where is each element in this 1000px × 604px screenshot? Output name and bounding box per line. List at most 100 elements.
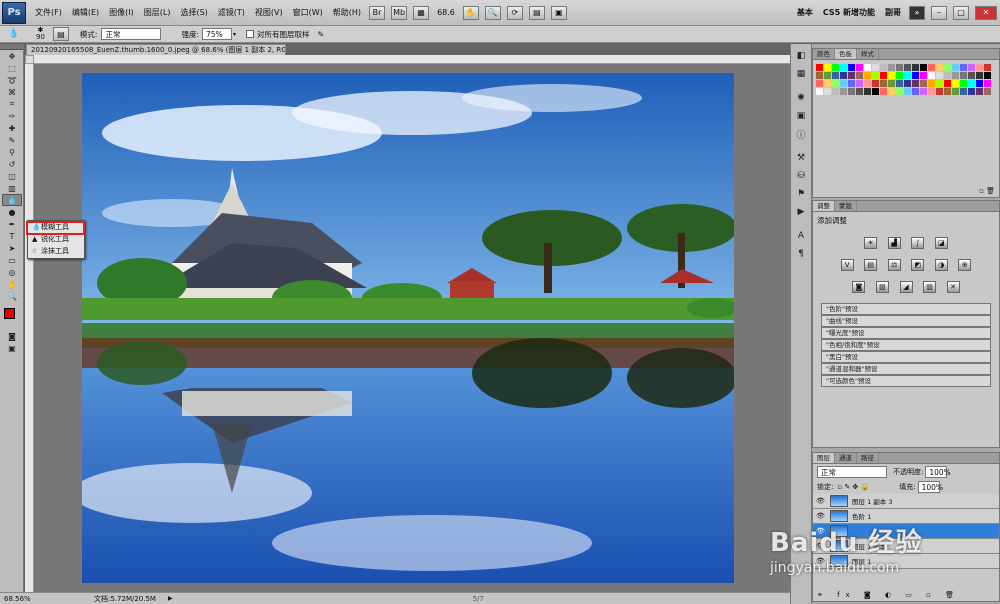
screen-mode-icon[interactable]: ▣: [2, 342, 22, 354]
color-swatch[interactable]: [879, 79, 887, 87]
color-swatch[interactable]: [951, 87, 959, 95]
adjustment-preset-item[interactable]: "通道混和器"预设: [821, 363, 991, 375]
color-swatch[interactable]: [831, 63, 839, 71]
color-swatch[interactable]: [983, 79, 991, 87]
tool-presets-icon[interactable]: ⚑: [794, 188, 808, 200]
color-swatch[interactable]: [975, 87, 983, 95]
adjustment-preset-item[interactable]: "黑白"预设: [821, 351, 991, 363]
color-swatch[interactable]: [951, 71, 959, 79]
menu-item[interactable]: 编辑(E): [67, 7, 104, 18]
chevron-down-icon[interactable]: ▾: [233, 31, 236, 38]
brightness-contrast-icon[interactable]: ☀: [864, 237, 878, 249]
rotate-view-button[interactable]: ⟳: [506, 5, 523, 20]
color-swatch[interactable]: [823, 87, 831, 95]
status-zoom[interactable]: 68.56%: [4, 595, 44, 603]
sample-all-checkbox[interactable]: [246, 30, 254, 38]
fill-input[interactable]: 100%: [917, 481, 943, 493]
color-panel-icon[interactable]: ◧: [794, 50, 808, 62]
hue-saturation-icon[interactable]: ▤: [864, 259, 878, 271]
move-tool-icon[interactable]: ✥: [2, 50, 22, 62]
document-image[interactable]: [82, 73, 734, 583]
color-swatch[interactable]: [895, 63, 903, 71]
color-swatch[interactable]: [847, 63, 855, 71]
document-tab[interactable]: 20120920165508_EuenZ.thumb.1600_0.jpeg @…: [26, 44, 286, 55]
color-swatch[interactable]: [951, 63, 959, 71]
quick-mask-icon[interactable]: ◙: [2, 330, 22, 342]
color-swatch[interactable]: [983, 71, 991, 79]
type-tool-icon[interactable]: T: [2, 230, 22, 242]
blur-tool-preset-icon[interactable]: 💧: [8, 29, 22, 39]
blur-tool-icon[interactable]: 💧: [2, 194, 22, 206]
color-swatch[interactable]: [839, 79, 847, 87]
color-swatch[interactable]: [871, 63, 879, 71]
color-swatch[interactable]: [847, 71, 855, 79]
color-swatch[interactable]: [927, 71, 935, 79]
path-select-tool-icon[interactable]: ➤: [2, 242, 22, 254]
shape-tool-icon[interactable]: ▭: [2, 254, 22, 266]
foreground-color[interactable]: [4, 308, 15, 319]
clone-source-icon[interactable]: ⛁: [794, 170, 808, 182]
menu-item[interactable]: 滤镜(T): [213, 7, 250, 18]
3d-rotate-tool-icon[interactable]: ◎: [2, 266, 22, 278]
actions-panel-icon[interactable]: ▶: [794, 206, 808, 218]
tab-color[interactable]: 颜色: [813, 49, 835, 59]
adjustment-preset-item[interactable]: "色相/饱和度"预设: [821, 339, 991, 351]
color-swatch[interactable]: [855, 79, 863, 87]
workspace-expand-button[interactable]: »: [909, 5, 925, 20]
threshold-icon[interactable]: ◢: [899, 281, 913, 293]
black-white-icon[interactable]: ◩: [911, 259, 925, 271]
workspace-more[interactable]: 副哥: [880, 7, 906, 18]
color-swatch[interactable]: [959, 63, 967, 71]
color-swatch[interactable]: [855, 63, 863, 71]
color-swatch[interactable]: [911, 79, 919, 87]
healing-brush-tool-icon[interactable]: ✚: [2, 122, 22, 134]
color-swatch[interactable]: [975, 71, 983, 79]
color-swatch[interactable]: [839, 71, 847, 79]
color-swatch[interactable]: [959, 79, 967, 87]
mode-select[interactable]: 正常: [101, 28, 162, 40]
ruler-origin[interactable]: [25, 55, 34, 64]
opacity-input[interactable]: 100%: [925, 466, 951, 478]
color-swatch[interactable]: [967, 63, 975, 71]
color-swatch[interactable]: [879, 63, 887, 71]
color-swatch[interactable]: [887, 71, 895, 79]
color-swatch[interactable]: [943, 63, 951, 71]
screen-mode-button[interactable]: ▣: [550, 5, 567, 20]
color-swatch[interactable]: [927, 79, 935, 87]
adjustment-preset-item[interactable]: "曝光度"预设: [821, 327, 991, 339]
pressure-icon[interactable]: ✎: [318, 30, 325, 39]
navigator-panel-icon[interactable]: ▣: [794, 110, 808, 122]
color-swatch[interactable]: [847, 79, 855, 87]
status-menu-arrow-icon[interactable]: ▶: [168, 595, 173, 602]
quick-select-tool-icon[interactable]: ⌘: [2, 86, 22, 98]
blend-mode-select[interactable]: 正常: [817, 466, 887, 478]
color-swatch[interactable]: [871, 87, 879, 95]
zoom-tool-button[interactable]: 🔍: [484, 5, 501, 20]
invert-icon[interactable]: ◙: [852, 281, 866, 293]
zoom-tool-icon[interactable]: 🔍: [2, 290, 22, 302]
flyout-item-smudge[interactable]: ☝ 涂抹工具: [28, 245, 84, 257]
visibility-eye-icon[interactable]: 👁: [816, 497, 825, 505]
vibrance-icon[interactable]: V: [840, 259, 854, 271]
color-swatch[interactable]: [831, 71, 839, 79]
color-swatch[interactable]: [831, 87, 839, 95]
marquee-tool-icon[interactable]: ⬚: [2, 62, 22, 74]
color-swatch[interactable]: [903, 71, 911, 79]
color-swatch[interactable]: [903, 87, 911, 95]
color-swatch[interactable]: [903, 63, 911, 71]
tab-adjustments[interactable]: 调整: [813, 201, 835, 211]
arrange-documents-button[interactable]: ▤: [528, 5, 545, 20]
color-swatch[interactable]: [911, 87, 919, 95]
launch-bridge-button[interactable]: Br: [369, 5, 386, 20]
color-swatch[interactable]: [983, 87, 991, 95]
color-swatch[interactable]: [911, 71, 919, 79]
adjustment-preset-item[interactable]: "可选颜色"预设: [821, 375, 991, 387]
color-swatch[interactable]: [975, 79, 983, 87]
paragraph-panel-icon[interactable]: ¶: [794, 248, 808, 260]
color-swatch[interactable]: [943, 79, 951, 87]
color-swatch[interactable]: [823, 71, 831, 79]
close-window-button[interactable]: ✕: [975, 5, 997, 20]
layer-actions-icons[interactable]: ⚭ fx ◙ ◐ ▭ ▫ 🗑: [817, 591, 960, 599]
color-swatch[interactable]: [887, 79, 895, 87]
brush-presets-icon[interactable]: ⚒: [794, 152, 808, 164]
